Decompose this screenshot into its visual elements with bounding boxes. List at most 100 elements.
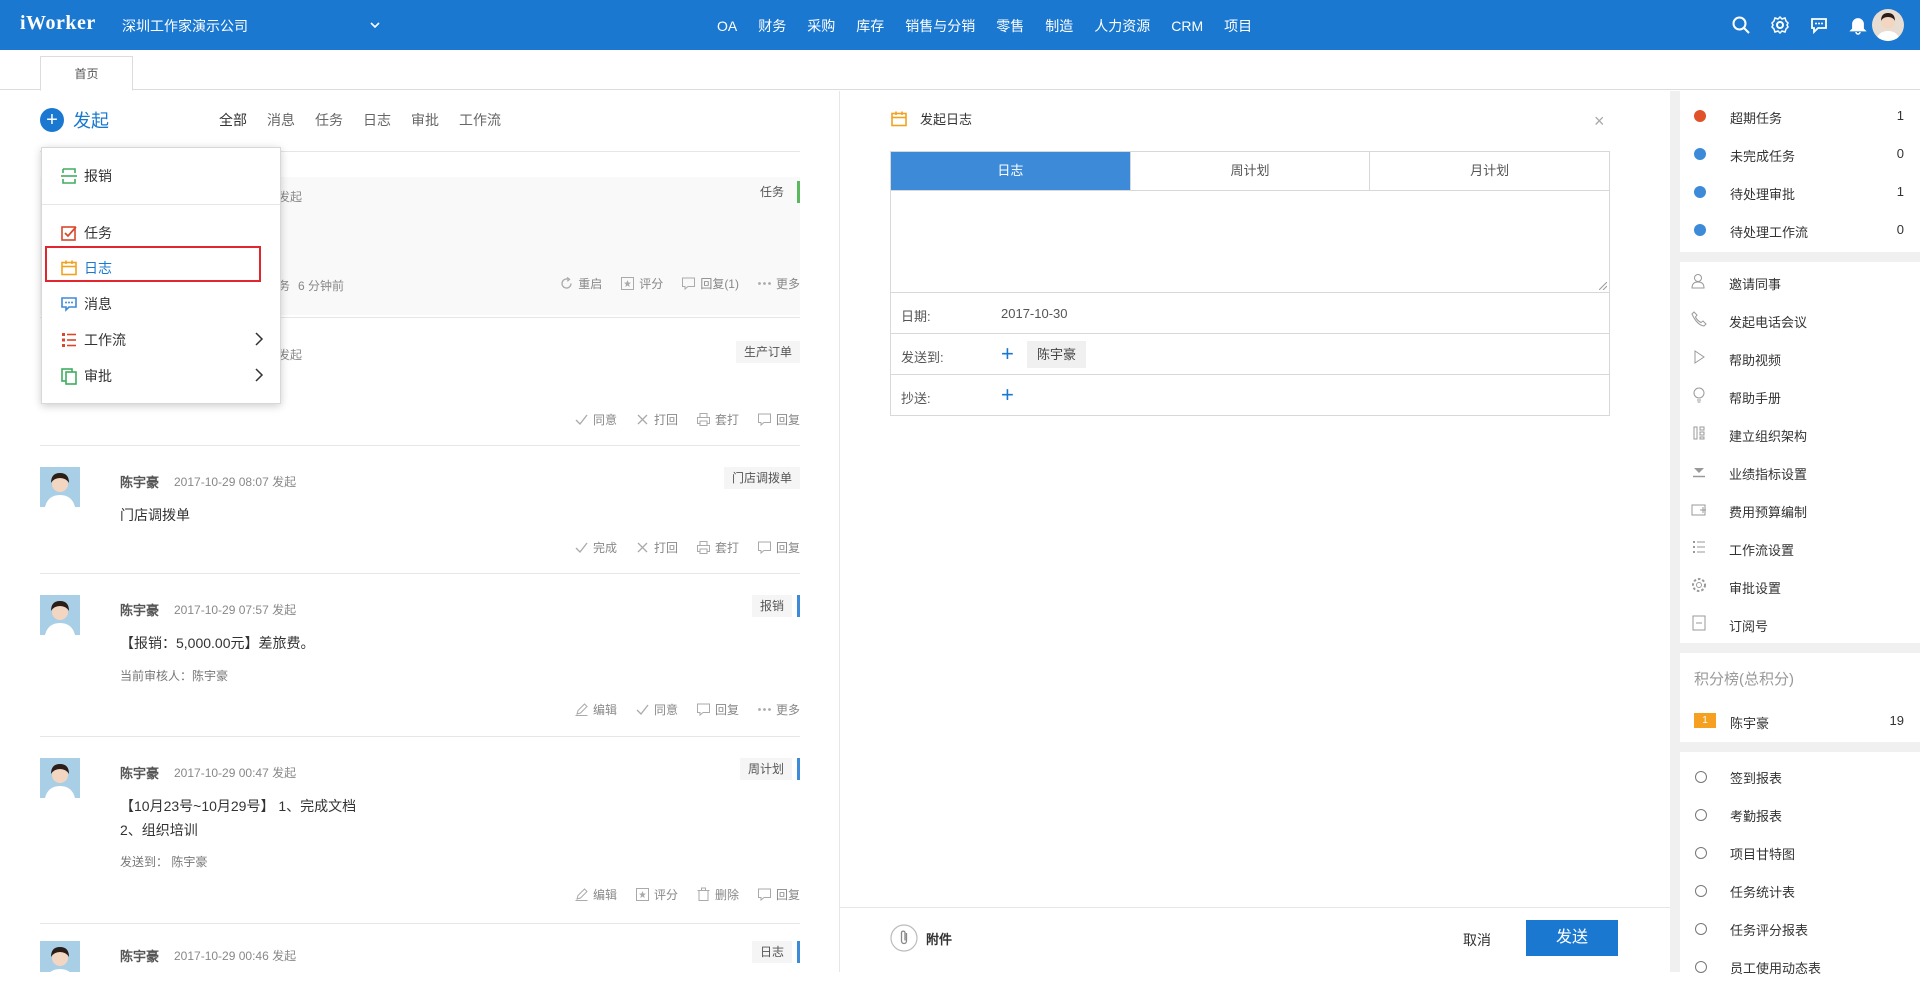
search-icon[interactable]: [1731, 15, 1751, 35]
filter-workflow[interactable]: 工作流: [459, 110, 501, 130]
menu-item-approval[interactable]: 审批: [60, 366, 270, 386]
post-avatar[interactable]: [40, 467, 80, 507]
stat-pending-workflows[interactable]: 待处理工作流 0: [1680, 213, 1920, 243]
post-avatar[interactable]: [40, 758, 80, 798]
calendar-icon: [891, 111, 907, 126]
nav-item-retail[interactable]: 零售: [996, 0, 1024, 50]
company-name[interactable]: 深圳工作家演示公司: [122, 16, 248, 36]
report-attendance[interactable]: 考勤报表: [1680, 800, 1920, 830]
post-avatar[interactable]: [40, 595, 80, 635]
report-employee-usage[interactable]: 员工使用动态表: [1680, 952, 1920, 982]
restart-action[interactable]: 重启: [559, 275, 602, 292]
nav-item-finance[interactable]: 财务: [758, 0, 786, 50]
reply-action[interactable]: 回复: [757, 886, 800, 903]
menu-item-task[interactable]: 任务: [60, 223, 270, 243]
rate-action[interactable]: 评分: [620, 275, 663, 292]
leaderboard-row[interactable]: 1 陈宇豪 19: [1680, 708, 1920, 734]
add-cc-plus-icon[interactable]: +: [1001, 384, 1014, 406]
reply-action[interactable]: 回复(1): [681, 275, 739, 292]
report-task-rating[interactable]: 任务评分报表: [1680, 914, 1920, 944]
tab-log[interactable]: 日志: [891, 152, 1130, 190]
filter-message[interactable]: 消息: [267, 110, 295, 130]
app-logo[interactable]: iWorker: [20, 12, 96, 35]
menu-item-reimburse[interactable]: 报销: [60, 166, 270, 186]
resize-handle-icon[interactable]: [1599, 282, 1607, 290]
stat-overdue-tasks[interactable]: 超期任务 1: [1680, 99, 1920, 129]
reject-action[interactable]: 打回: [635, 539, 678, 556]
tool-kpi-settings[interactable]: 业绩指标设置: [1680, 456, 1920, 486]
nav-item-hr[interactable]: 人力资源: [1094, 0, 1150, 50]
post-author[interactable]: 陈宇豪: [120, 600, 159, 619]
tool-subscription[interactable]: 订阅号: [1680, 608, 1920, 638]
tab-monthly-plan[interactable]: 月计划: [1369, 152, 1609, 190]
nav-item-crm[interactable]: CRM: [1171, 0, 1203, 50]
reply-action[interactable]: 回复: [757, 539, 800, 556]
tool-budget[interactable]: 费用预算编制: [1680, 494, 1920, 524]
attach-button[interactable]: 附件: [890, 924, 952, 952]
chat-icon[interactable]: [1809, 15, 1829, 35]
report-checkin[interactable]: 签到报表: [1680, 762, 1920, 792]
stat-incomplete-tasks[interactable]: 未完成任务 0: [1680, 137, 1920, 167]
post-author[interactable]: 陈宇豪: [120, 763, 159, 782]
tool-org-structure[interactable]: 建立组织架构: [1680, 418, 1920, 448]
lightbulb-icon: [1693, 387, 1705, 403]
filter-all[interactable]: 全部: [219, 110, 247, 130]
filter-approval[interactable]: 审批: [411, 110, 439, 130]
reject-action[interactable]: 打回: [635, 411, 678, 428]
print-action[interactable]: 套打: [696, 539, 739, 556]
nav-item-manufacturing[interactable]: 制造: [1045, 0, 1073, 50]
bell-icon[interactable]: [1848, 15, 1868, 35]
approve-action[interactable]: 同意: [574, 411, 617, 428]
more-action[interactable]: 更多: [757, 701, 800, 718]
post-author[interactable]: 陈宇豪: [120, 472, 159, 491]
stat-pending-approvals[interactable]: 待处理审批 1: [1680, 175, 1920, 205]
filter-log[interactable]: 日志: [363, 110, 391, 130]
nav-item-project[interactable]: 项目: [1224, 0, 1252, 50]
add-recipient-plus-icon[interactable]: +: [1001, 343, 1014, 365]
approve-label: 同意: [653, 703, 678, 717]
tool-help-video[interactable]: 帮助视频: [1680, 342, 1920, 372]
more-action[interactable]: 更多: [757, 275, 800, 292]
nav-item-sales[interactable]: 销售与分销: [905, 0, 975, 50]
nav-item-inventory[interactable]: 库存: [856, 0, 884, 50]
nav-item-oa[interactable]: OA: [717, 0, 737, 50]
report-gantt[interactable]: 项目甘特图: [1680, 838, 1920, 868]
post-author[interactable]: 陈宇豪: [120, 946, 159, 965]
post-avatar[interactable]: [40, 941, 80, 972]
filter-task[interactable]: 任务: [315, 110, 343, 130]
send-button[interactable]: 发送: [1526, 920, 1618, 956]
date-field[interactable]: 2017-10-30: [1001, 306, 1068, 321]
cancel-button[interactable]: 取消: [1463, 930, 1491, 950]
edit-action[interactable]: 编辑: [574, 701, 617, 718]
tab-weekly-plan[interactable]: 周计划: [1129, 152, 1370, 190]
launch-button[interactable]: + 发起: [40, 107, 109, 133]
post-subtext: 发送到： 陈宇豪: [120, 855, 208, 869]
chevron-down-icon[interactable]: [368, 18, 382, 32]
close-icon[interactable]: ×: [1594, 111, 1605, 132]
nav-item-purchase[interactable]: 采购: [807, 0, 835, 50]
print-action[interactable]: 套打: [696, 411, 739, 428]
date-label: 日期:: [901, 309, 931, 324]
rate-action[interactable]: 评分: [635, 886, 678, 903]
menu-item-message[interactable]: 消息: [60, 294, 270, 314]
complete-action[interactable]: 完成: [574, 539, 617, 556]
report-task-stats[interactable]: 任务统计表: [1680, 876, 1920, 906]
tool-help-manual[interactable]: 帮助手册: [1680, 380, 1920, 410]
tool-phone-conference[interactable]: 发起电话会议: [1680, 304, 1920, 334]
delete-action[interactable]: 删除: [696, 886, 739, 903]
reply-action[interactable]: 回复: [757, 411, 800, 428]
menu-item-log[interactable]: 日志: [60, 258, 270, 278]
menu-item-workflow[interactable]: 工作流: [60, 330, 270, 350]
tab-home[interactable]: 首页: [40, 56, 133, 91]
reply-action[interactable]: 回复: [696, 701, 739, 718]
recipient-chip[interactable]: 陈宇豪: [1027, 341, 1087, 368]
approve-action[interactable]: 同意: [635, 701, 678, 718]
log-content-textarea[interactable]: [890, 191, 1610, 293]
tool-workflow-settings[interactable]: 工作流设置: [1680, 532, 1920, 562]
tool-approval-settings[interactable]: 审批设置: [1680, 570, 1920, 600]
gear-icon[interactable]: [1770, 15, 1790, 35]
edit-action[interactable]: 编辑: [574, 886, 617, 903]
user-avatar[interactable]: [1872, 9, 1904, 41]
tool-invite-colleague[interactable]: 邀请同事: [1680, 266, 1920, 296]
reply-label: 回复(1): [700, 277, 739, 291]
